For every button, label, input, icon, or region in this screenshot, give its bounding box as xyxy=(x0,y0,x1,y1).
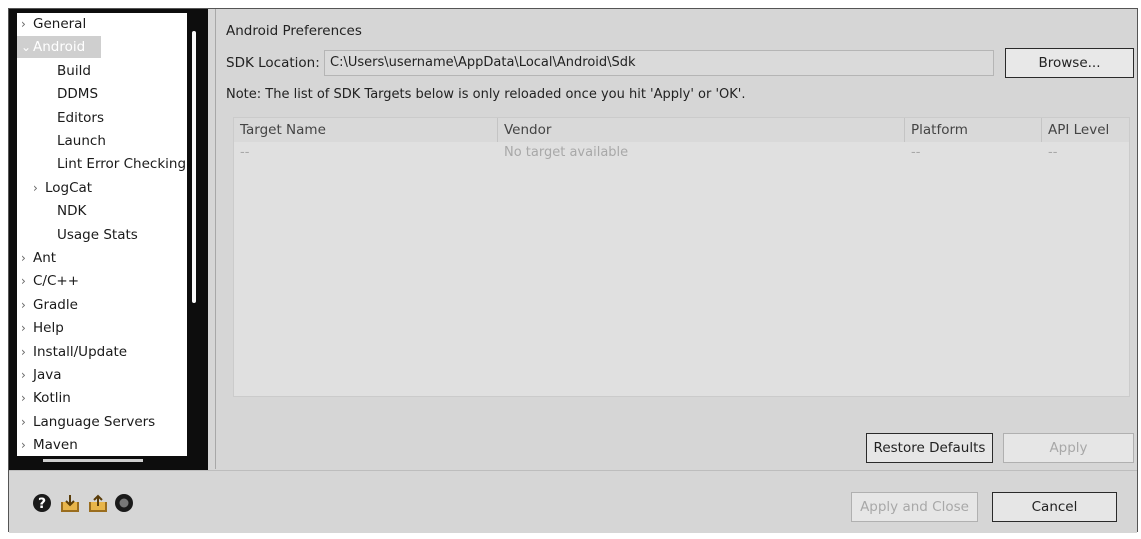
chevron-right-icon[interactable]: › xyxy=(21,387,33,409)
tree-item-label: Install/Update xyxy=(33,343,128,360)
tree-item-label: Android xyxy=(33,39,86,56)
preferences-tree: › General ⌄ Android Build DDMS Editors Launch Li… xyxy=(17,13,187,456)
tree-item-label: General xyxy=(33,16,87,32)
tree-item-label: Editors xyxy=(57,109,104,126)
tree-item-build[interactable]: Build xyxy=(17,60,187,82)
chevron-right-icon[interactable]: › xyxy=(21,247,33,269)
cancel-button[interactable]: Cancel xyxy=(992,492,1117,522)
chevron-right-icon[interactable]: › xyxy=(21,294,33,316)
tree-item-kotlin[interactable]: › Kotlin xyxy=(17,387,187,409)
chevron-right-icon[interactable]: › xyxy=(33,177,45,199)
tree-horizontal-scrollbar[interactable] xyxy=(43,459,143,462)
tree-item-label: Usage Stats xyxy=(57,226,138,243)
tree-item-ddms[interactable]: DDMS xyxy=(17,83,187,105)
tree-item-language-servers[interactable]: › Language Servers xyxy=(17,411,187,433)
tree-item-label: Ant xyxy=(33,250,57,266)
import-icon[interactable] xyxy=(59,492,81,514)
tree-panel: › General ⌄ Android Build DDMS Editors Launch Li… xyxy=(9,9,208,470)
sdk-location-label: SDK Location: xyxy=(226,55,320,71)
tree-vertical-scrollbar[interactable] xyxy=(192,31,196,303)
tree-item-general[interactable]: › General xyxy=(17,13,187,35)
tree-item-label: NDK xyxy=(57,203,87,220)
tree-item-lint-error-checking[interactable]: Lint Error Checking xyxy=(17,153,187,175)
tree-item-label: Language Servers xyxy=(33,413,156,430)
apply-and-close-button[interactable]: Apply and Close xyxy=(851,492,978,522)
cell-platform: -- xyxy=(911,145,921,160)
tree-item-java[interactable]: › Java xyxy=(17,364,187,386)
svg-text:?: ? xyxy=(38,496,46,512)
tree-item-maven[interactable]: › Maven xyxy=(17,434,187,456)
tree-item-help[interactable]: › Help xyxy=(17,317,187,339)
preference-page: Android Preferences SDK Location: C:\Use… xyxy=(215,9,1139,469)
tree-item-label: Java xyxy=(33,367,62,383)
tree-item-ndk[interactable]: NDK xyxy=(17,200,187,222)
cell-api-level: -- xyxy=(1048,145,1058,160)
cell-vendor: No target available xyxy=(504,145,629,160)
sdk-targets-table: Target Name Vendor Platform API Level --… xyxy=(233,117,1130,397)
tree-item-launch[interactable]: Launch xyxy=(17,130,187,152)
tree-item-label: Lint Error Checking xyxy=(57,156,187,173)
chevron-down-icon[interactable]: ⌄ xyxy=(21,36,33,58)
tree-item-gradle[interactable]: › Gradle xyxy=(17,294,187,316)
apply-button[interactable]: Apply xyxy=(1003,433,1134,463)
chevron-right-icon[interactable]: › xyxy=(21,13,33,35)
tree-item-android[interactable]: ⌄ Android xyxy=(17,36,101,59)
tree-item-editors[interactable]: Editors xyxy=(17,107,187,129)
chevron-right-icon[interactable]: › xyxy=(21,364,33,386)
column-target-name[interactable]: Target Name xyxy=(234,118,498,142)
tree-item-label: Maven xyxy=(33,437,78,454)
tree-item-label: Build xyxy=(57,62,91,79)
table-header: Target Name Vendor Platform API Level xyxy=(234,118,1129,142)
tree-item-usage-stats[interactable]: Usage Stats xyxy=(17,224,187,246)
restore-defaults-label: Restore Defaults xyxy=(873,440,986,456)
preferences-dialog: › General ⌄ Android Build DDMS Editors Launch Li… xyxy=(8,8,1139,533)
column-vendor[interactable]: Vendor xyxy=(498,118,905,142)
tree-item-c-c-[interactable]: › C/C++ xyxy=(17,270,187,292)
tree-item-ant[interactable]: › Ant xyxy=(17,247,187,269)
column-api-level[interactable]: API Level xyxy=(1042,118,1131,142)
chevron-right-icon[interactable]: › xyxy=(21,411,33,433)
tree-item-label: Help xyxy=(33,320,64,337)
page-title: Android Preferences xyxy=(226,23,362,39)
tree-item-label: DDMS xyxy=(57,86,99,103)
chevron-right-icon[interactable]: › xyxy=(21,270,33,292)
tree-item-logcat[interactable]: › LogCat xyxy=(17,177,187,199)
column-platform[interactable]: Platform xyxy=(905,118,1042,142)
tree-item-label: LogCat xyxy=(45,179,93,196)
restore-defaults-button[interactable]: Restore Defaults xyxy=(866,433,993,463)
tree-item-label: Gradle xyxy=(33,296,78,313)
chevron-right-icon[interactable]: › xyxy=(21,434,33,456)
cell-target-name: -- xyxy=(240,145,250,160)
chevron-right-icon[interactable]: › xyxy=(21,341,33,363)
chevron-right-icon[interactable]: › xyxy=(21,317,33,339)
tree-item-label: Kotlin xyxy=(33,390,71,407)
help-icon[interactable]: ? xyxy=(31,492,53,514)
tree-item-label: C/C++ xyxy=(33,273,80,290)
sdk-location-input[interactable]: C:\Users\username\AppData\Local\Android\… xyxy=(324,50,994,76)
tree-item-label: Launch xyxy=(57,133,106,149)
tree-item-install-update[interactable]: › Install/Update xyxy=(17,341,187,363)
browse-button[interactable]: Browse... xyxy=(1005,48,1134,78)
export-icon[interactable] xyxy=(87,492,109,514)
sdk-note: Note: The list of SDK Targets below is o… xyxy=(226,87,746,102)
record-icon[interactable] xyxy=(113,492,135,514)
